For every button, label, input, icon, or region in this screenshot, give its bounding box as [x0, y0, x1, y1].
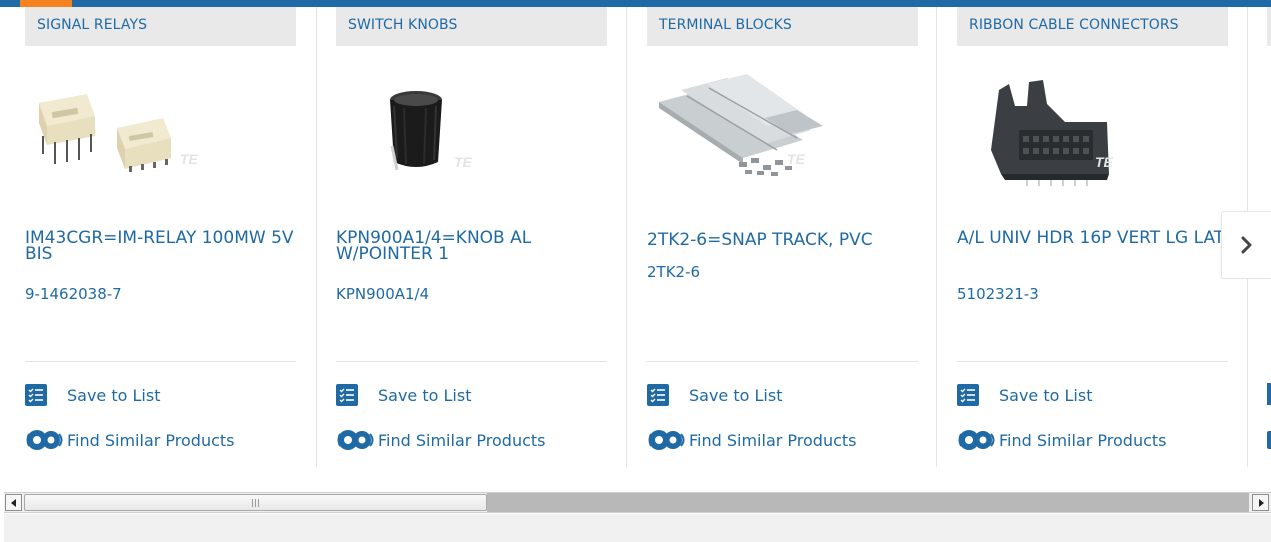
checklist-icon	[1267, 383, 1271, 405]
card-separator	[626, 7, 627, 467]
te-watermark: TE	[454, 154, 473, 170]
save-to-list-label: Save to List	[999, 385, 1093, 405]
product-image[interactable]: TE	[25, 66, 296, 196]
save-to-list-label: Save to List	[689, 385, 783, 405]
find-similar-label: Find Similar Products	[999, 430, 1167, 450]
category-tab[interactable]: SWITCH KNOBS	[336, 7, 607, 46]
card-separator	[936, 7, 937, 467]
product-title-link[interactable]: A/L UNIV HDR 16P VERT LG LAT	[957, 230, 1228, 247]
grip-icon	[252, 498, 259, 507]
find-similar-products-button[interactable]: Find Similar Products	[957, 428, 1167, 452]
product-card: SWITCH KNOBS TE KPN900A1/4=KNOB AL W/POI…	[336, 7, 627, 467]
horizontal-scrollbar[interactable]	[4, 492, 1271, 513]
gears-icon	[1267, 431, 1271, 449]
product-card: RIBBON CABLE CONNECTORS TE A/L UNIV HDR …	[957, 7, 1248, 467]
product-title-link[interactable]: KPN900A1/4=KNOB AL W/POINTER 1	[336, 230, 607, 263]
scrollbar-thumb[interactable]	[24, 494, 487, 511]
find-similar-label: Find Similar Products	[67, 430, 235, 450]
card-divider	[336, 361, 607, 362]
te-watermark: TE	[787, 151, 806, 167]
part-number-link[interactable]: KPN900A1/4	[336, 285, 429, 303]
save-to-list-button[interactable]: Save to List	[25, 383, 160, 407]
page-footer-area	[4, 514, 1271, 542]
card-divider	[25, 361, 296, 362]
product-card: SIGNAL RELAYS TE IM43CGR=IM-RELAY 100MW …	[25, 7, 317, 467]
card-divider	[957, 361, 1228, 362]
switch-knob-image: TE	[390, 91, 473, 171]
card-divider	[647, 361, 918, 362]
scroll-left-button[interactable]	[5, 494, 22, 511]
part-number-link[interactable]: 2TK2-6	[647, 263, 700, 281]
card-separator	[316, 7, 317, 467]
ribbon-cable-connector-image: TE	[991, 80, 1114, 186]
te-watermark: TE	[1095, 154, 1114, 170]
terminal-blocks-image: TE	[659, 74, 823, 176]
gears-icon	[647, 428, 689, 452]
part-number-link[interactable]: 9-1462038-7	[25, 285, 122, 303]
gears-icon	[336, 428, 378, 452]
checklist-icon	[957, 384, 979, 406]
find-similar-products-button[interactable]: Find Similar Products	[647, 428, 857, 452]
category-tab[interactable]: RIBBON CABLE CONNECTORS	[957, 7, 1228, 46]
save-to-list-label: Save to List	[378, 385, 472, 405]
checklist-icon	[25, 384, 47, 406]
product-image[interactable]: TE	[647, 66, 918, 196]
product-title-link[interactable]: IM43CGR=IM-RELAY 100MW 5V BIS	[25, 230, 296, 263]
checklist-icon	[647, 384, 669, 406]
checklist-icon	[336, 384, 358, 406]
gears-icon	[25, 428, 67, 452]
save-to-list-label: Save to List	[67, 385, 161, 405]
save-to-list-button[interactable]: Save to List	[647, 383, 782, 407]
product-card: TERMINAL BLOCKS TE 2TK2-6=SNAP TRACK, PV…	[647, 7, 937, 467]
find-similar-label: Find Similar Products	[378, 430, 546, 450]
product-title-link[interactable]: 2TK2-6=SNAP TRACK, PVC	[647, 232, 918, 249]
te-watermark: TE	[180, 151, 199, 167]
gears-icon	[957, 428, 999, 452]
product-carousel: SIGNAL RELAYS TE IM43CGR=IM-RELAY 100MW …	[0, 0, 1271, 490]
save-to-list-button[interactable]: Save to List	[336, 383, 471, 407]
chevron-right-icon	[1241, 236, 1251, 254]
find-similar-label: Find Similar Products	[689, 430, 857, 450]
scroll-right-button[interactable]	[1252, 494, 1269, 511]
part-number-link[interactable]: 5102321-3	[957, 285, 1039, 303]
carousel-next-button[interactable]	[1221, 211, 1271, 279]
signal-relays-image: TE	[39, 94, 199, 172]
scroll-left-arrow-icon	[10, 498, 16, 507]
find-similar-products-button[interactable]: Find Similar Products	[25, 428, 235, 452]
save-to-list-button[interactable]: Save to List	[957, 383, 1092, 407]
scroll-right-arrow-icon	[1258, 498, 1264, 507]
product-image[interactable]: TE	[336, 66, 607, 196]
product-image[interactable]: TE	[957, 66, 1228, 196]
find-similar-products-button[interactable]: Find Similar Products	[336, 428, 546, 452]
scrollbar-track[interactable]	[487, 493, 1249, 512]
category-tab[interactable]: SIGNAL RELAYS	[25, 7, 296, 46]
category-tab[interactable]: TERMINAL BLOCKS	[647, 7, 918, 46]
